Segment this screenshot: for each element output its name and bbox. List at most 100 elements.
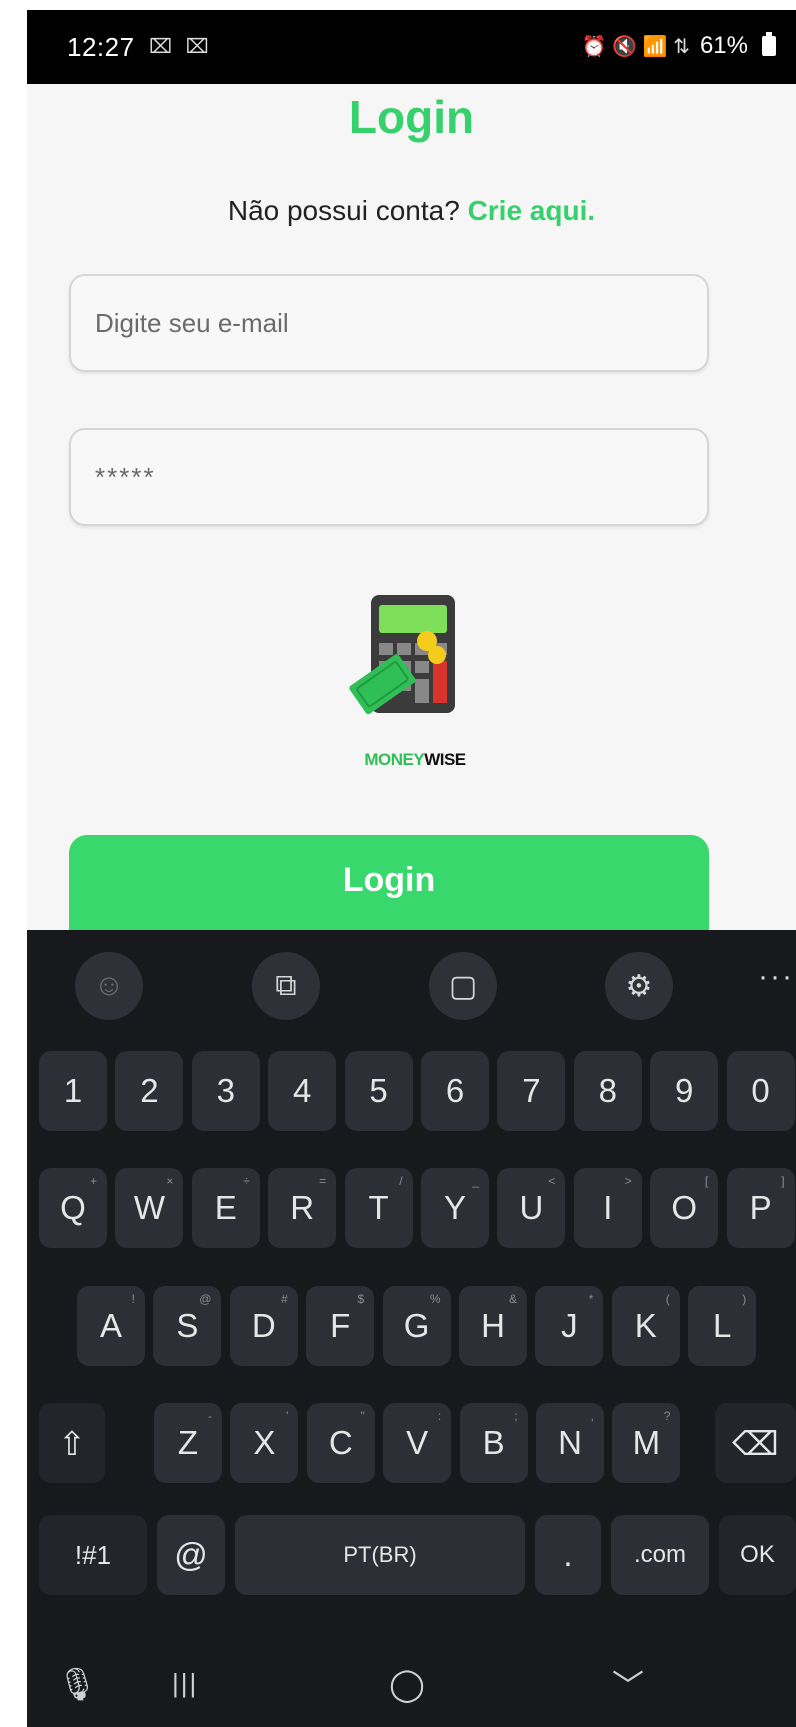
email-input[interactable]: Digite seu e-mail [69,274,709,372]
gear-icon[interactable]: ⚙ [605,952,673,1020]
at-key[interactable]: @ [157,1515,225,1595]
key-2[interactable]: 2 [115,1051,184,1131]
key-i[interactable]: I > [573,1168,642,1248]
key-w[interactable]: W × [115,1168,184,1248]
key-f[interactable]: F $ [306,1286,375,1366]
clipboard-icon[interactable]: ▢ [429,952,497,1020]
space-key[interactable]: PT(BR) [235,1515,525,1595]
symbols-key[interactable]: !#1 [39,1515,147,1595]
key-t[interactable]: T / [344,1168,413,1248]
key-o[interactable]: O[ [650,1168,719,1248]
password-input[interactable]: ***** [69,428,709,526]
key-label: Z [177,1424,199,1461]
system-icons: ⏰ 🔇 📶 ⇅ [581,35,690,58]
key-y[interactable]: Y _ [421,1168,489,1248]
shift-key[interactable]: ⇧ [39,1403,105,1483]
key-e[interactable]: E ÷ [191,1168,260,1248]
screen: 12:27 ⌧ ⌧ ⏰ 🔇 📶 ⇅ 61% Login Não possui c… [0,0,796,1727]
status-right: ⏰ 🔇 📶 ⇅ 61% [582,32,776,60]
key-c[interactable]: C " [306,1403,375,1483]
key-6[interactable]: 6 [421,1051,489,1131]
key-label: 7 [522,1072,541,1109]
key-5[interactable]: 5 [344,1051,413,1131]
key-g[interactable]: G% [382,1286,451,1366]
signup-text: Não possui conta? [227,195,460,226]
key-label: 6 [445,1072,465,1109]
key-sub-label: < [548,1174,556,1188]
key-1[interactable]: 1 [39,1051,107,1131]
key-sub-label: ) [742,1292,747,1306]
home-button[interactable]: ◯ [389,1665,425,1703]
key-label: 0 [751,1072,770,1109]
key-sub-label: : [437,1409,442,1423]
key-7[interactable]: 7 [497,1051,566,1131]
key-label: J [561,1307,578,1344]
key-p[interactable]: P] [726,1168,795,1248]
key-0[interactable]: 0 [726,1051,795,1131]
key-label: C [328,1424,353,1461]
key-u[interactable]: U < [497,1168,566,1248]
back-button[interactable]: ﹀ [612,1661,644,1707]
key-sub-label: ( [665,1292,670,1306]
more-icon[interactable]: ··· [758,960,794,994]
key-label: T [368,1189,389,1226]
key-z[interactable]: Z- [154,1403,222,1483]
key-label: S [176,1307,199,1344]
key-label: Q [60,1189,86,1226]
key-n[interactable]: N, [536,1403,604,1483]
key-label: G [403,1307,430,1344]
dotcom-key[interactable]: .com [611,1515,709,1595]
key-sub-label: $ [357,1292,365,1306]
key-v[interactable]: V: [383,1403,452,1483]
key-sub-label: ; [514,1409,518,1423]
key-label: 5 [369,1072,388,1109]
key-8[interactable]: 8 [573,1051,642,1131]
key-sub-label: × [166,1174,174,1188]
backspace-key[interactable]: ⌫ [715,1403,796,1483]
key-r[interactable]: R = [268,1168,337,1248]
key-sub-label: > [624,1174,632,1188]
status-time: 12:27 [67,32,135,62]
key-l[interactable]: L) [688,1286,757,1366]
page-title: Login [348,91,475,143]
mic-icon[interactable]: 🎙 [57,1665,98,1703]
key-b[interactable]: B; [459,1403,528,1483]
key-label: X [253,1424,276,1461]
key-d[interactable]: D # [229,1286,298,1366]
key-x[interactable]: X ' [230,1403,299,1483]
key-sub-label: * [588,1292,594,1306]
key-j[interactable]: J * [535,1286,604,1366]
signup-link[interactable]: Crie aqui. [468,195,596,226]
key-h[interactable]: H & [459,1286,527,1366]
key-m[interactable]: M? [612,1403,681,1483]
battery-percent: 61% [699,32,748,59]
recents-button[interactable]: ||| [172,1668,198,1699]
key-sub-label: ? [663,1409,671,1423]
translate-icon[interactable]: ⧉ [252,952,320,1020]
key-sub-label: % [429,1292,441,1306]
key-label: O [671,1189,698,1226]
key-label: B [482,1424,505,1461]
period-key[interactable]: . [535,1515,601,1595]
key-label: 4 [293,1072,312,1109]
key-3[interactable]: 3 [191,1051,260,1131]
key-label: N [558,1424,582,1461]
key-label: F [330,1307,351,1344]
key-k[interactable]: K( [611,1286,680,1366]
key-9[interactable]: 9 [650,1051,719,1131]
key-sub-label: - [208,1409,212,1423]
key-a[interactable]: A! [77,1286,145,1366]
key-s[interactable]: S @ [153,1286,222,1366]
calculator-logo-icon [349,595,455,715]
keyboard-toolbar: ☺ ⧉ ▢ ⚙ ··· [27,930,796,1030]
key-q[interactable]: Q + [39,1168,107,1248]
ok-key[interactable]: OK [719,1515,796,1595]
key-label: 1 [63,1072,83,1109]
key-label: D [251,1307,276,1344]
key-label: U [519,1189,544,1226]
key-label: 9 [675,1072,694,1109]
key-4[interactable]: 4 [268,1051,337,1131]
notification-icons: ⌧ ⌧ [149,36,213,58]
emoji-icon[interactable]: ☺ [75,952,143,1020]
key-label: Y [443,1189,466,1226]
